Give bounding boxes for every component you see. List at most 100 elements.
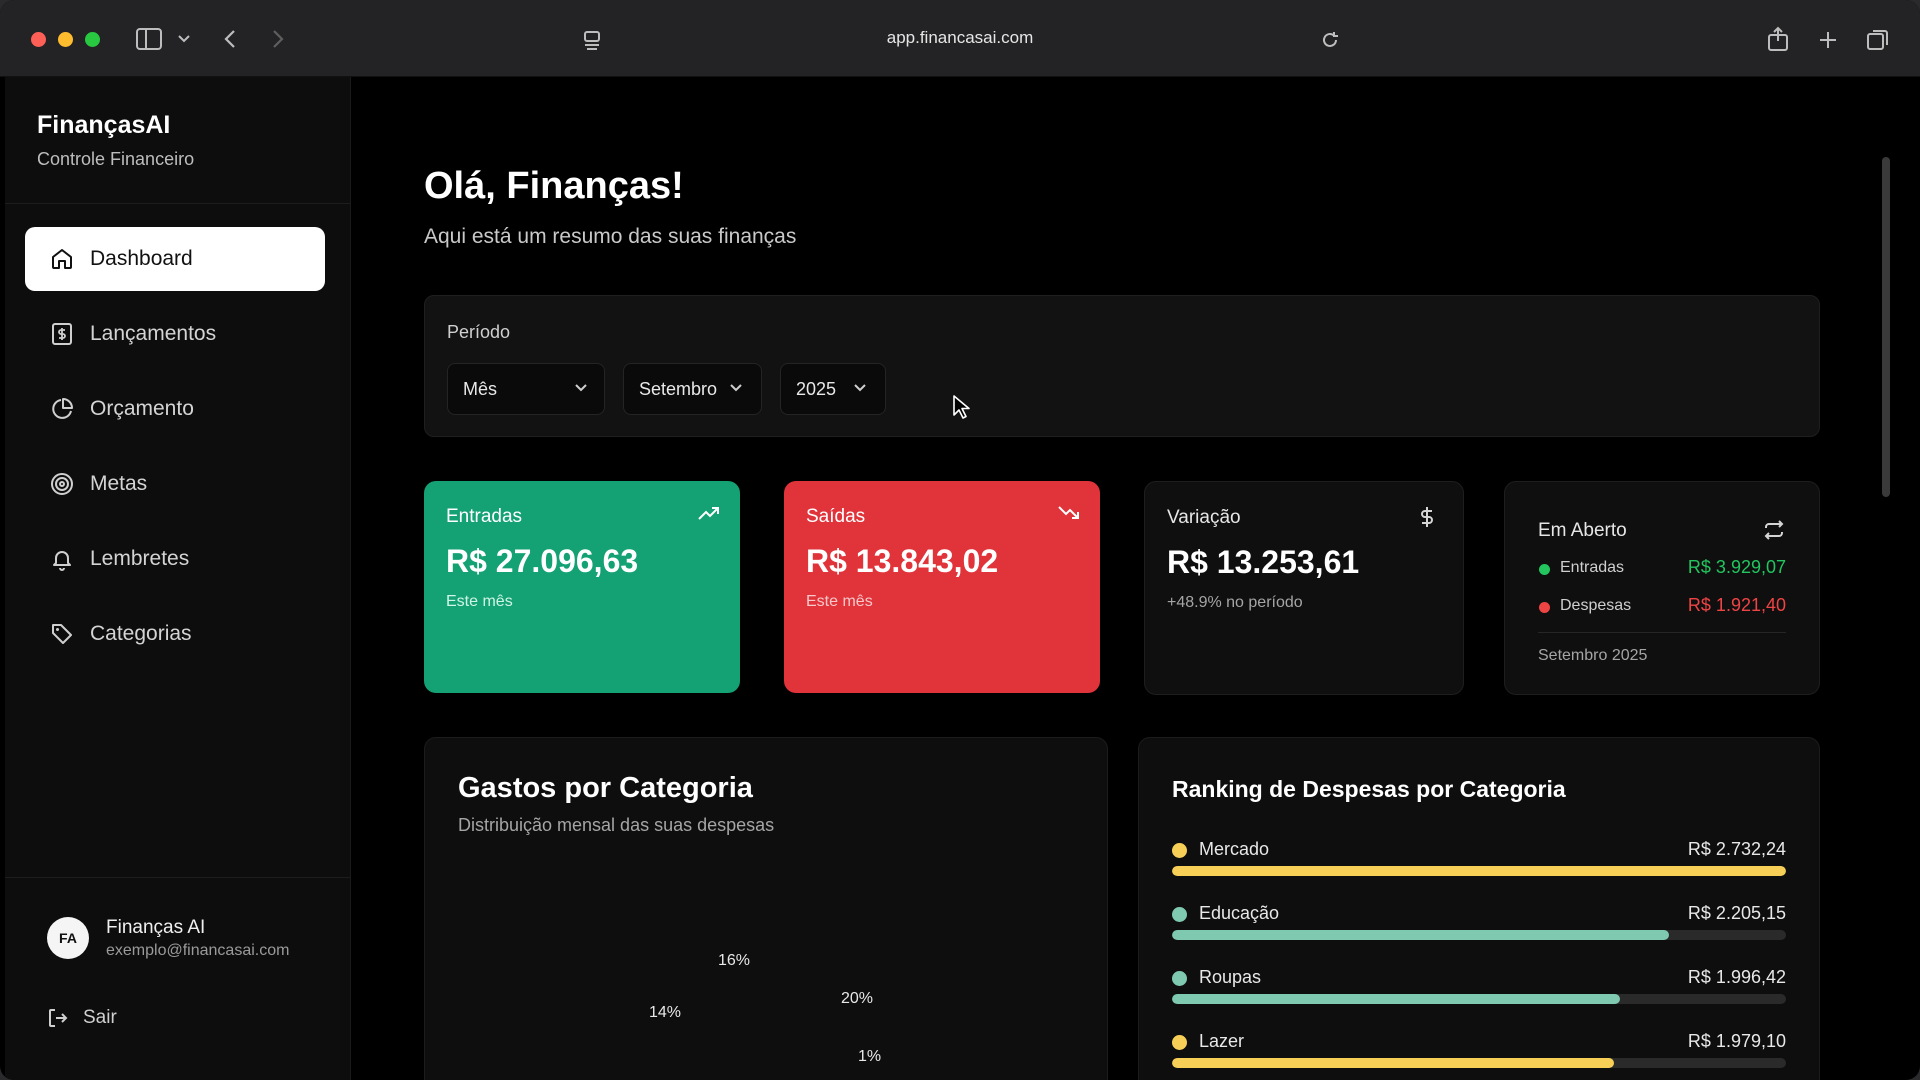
- sidebar-item-label: Dashboard: [90, 247, 193, 270]
- slice-label: 20%: [841, 990, 874, 1007]
- page-title: Olá, Finanças!: [424, 165, 684, 207]
- sidebar: FinançasAI Controle Financeiro Dashboard…: [5, 77, 351, 1080]
- slice-label: 14%: [649, 1004, 682, 1021]
- ranking-row: Educação R$ 2.205,15: [1172, 902, 1786, 966]
- category-chart-title: Gastos por Categoria: [458, 772, 753, 804]
- income-dot-icon: [1539, 564, 1550, 575]
- pie-icon: [52, 398, 73, 419]
- category-chart-subtitle: Distribuição mensal das suas despesas: [458, 815, 775, 835]
- ranking-bar-track: [1172, 866, 1786, 876]
- sidebar-item-lembretes[interactable]: Lembretes: [25, 527, 325, 591]
- reload-icon[interactable]: [1320, 30, 1340, 50]
- dollar-sign-icon: [1421, 507, 1433, 527]
- minimize-window-button[interactable]: [58, 32, 73, 47]
- sidebar-divider: [5, 203, 350, 204]
- avatar[interactable]: FA: [47, 917, 89, 959]
- ranking-title: Ranking de Despesas por Categoria: [1172, 776, 1566, 802]
- ranking-panel: Ranking de Despesas por Categoria Mercad…: [1138, 737, 1820, 1080]
- sidebar-toggle-icon[interactable]: [136, 28, 162, 50]
- slice-label: 16%: [718, 952, 751, 969]
- tag-icon: [52, 624, 72, 644]
- open-expense-value: R$ 1.921,40: [1687, 595, 1786, 615]
- period-mode-select[interactable]: Mês: [447, 363, 605, 415]
- category-dot-icon: [1172, 1035, 1187, 1050]
- ranking-bar-fill: [1172, 930, 1670, 940]
- category-dot-icon: [1172, 971, 1187, 986]
- ranking-category-value: R$ 1.979,10: [1687, 1031, 1786, 1051]
- ranking-category-name: Roupas: [1199, 967, 1262, 987]
- ranking-category-name: Lazer: [1199, 1031, 1245, 1051]
- brand-name: FinançasAI: [37, 111, 171, 139]
- income-label: Entradas: [446, 506, 523, 527]
- target-icon: [51, 473, 73, 495]
- browser-window: app.financasai.com FinançasAI Controle F…: [0, 0, 1920, 1080]
- home-icon: [52, 249, 72, 269]
- variation-note: +48.9% no período: [1167, 594, 1303, 611]
- sidebar-item-lancamentos[interactable]: Lançamentos: [25, 302, 325, 366]
- tab-overview-icon[interactable]: [1866, 28, 1890, 52]
- expense-dot-icon: [1539, 602, 1550, 613]
- back-icon[interactable]: [224, 29, 236, 49]
- open-label: Em Aberto: [1538, 520, 1627, 541]
- chevron-down-icon[interactable]: [178, 35, 190, 43]
- expense-note: Este mês: [806, 593, 873, 610]
- address-bar[interactable]: app.financasai.com: [820, 28, 1100, 48]
- variation-card: Variação R$ 13.253,61 +48.9% no período: [1144, 481, 1464, 695]
- logout-icon: [49, 1009, 68, 1027]
- month-select[interactable]: Setembro: [623, 363, 762, 415]
- bell-icon: [53, 551, 71, 571]
- category-dot-icon: [1172, 843, 1187, 858]
- browser-toolbar: app.financasai.com: [0, 0, 1920, 77]
- open-period: Setembro 2025: [1538, 647, 1648, 664]
- sidebar-item-label: Lembretes: [90, 547, 190, 570]
- slice-label: 1%: [858, 1048, 882, 1065]
- income-note: Este mês: [446, 593, 513, 610]
- ranking-bar-fill: [1172, 994, 1621, 1004]
- scrollbar[interactable]: [1882, 157, 1890, 497]
- select-value: Mês: [463, 378, 498, 399]
- sidebar-item-label: Metas: [90, 472, 148, 495]
- logout-button[interactable]: Sair: [47, 1007, 117, 1029]
- ranking-bar-track: [1172, 994, 1786, 1004]
- page-subtitle: Aqui está um resumo das suas finanças: [424, 225, 797, 248]
- period-label: Período: [447, 322, 511, 342]
- new-tab-icon[interactable]: [1818, 30, 1838, 50]
- category-chart-panel: Gastos por Categoria Distribuição mensal…: [424, 737, 1108, 1080]
- close-window-button[interactable]: [31, 32, 46, 47]
- divider: [1538, 632, 1786, 633]
- sidebar-item-categorias[interactable]: Categorias: [25, 602, 325, 666]
- sidebar-item-metas[interactable]: Metas: [25, 452, 325, 516]
- forward-icon[interactable]: [272, 29, 284, 49]
- open-balance-card: Em Aberto Entradas R$ 3.929,07 Despesas …: [1504, 481, 1820, 695]
- category-dot-icon: [1172, 907, 1187, 922]
- chevron-down-icon: [575, 384, 587, 392]
- ranking-category-value: R$ 2.205,15: [1687, 903, 1786, 923]
- reader-mode-icon[interactable]: [583, 30, 601, 50]
- income-card: Entradas R$ 27.096,63 Este mês: [424, 481, 740, 693]
- share-icon[interactable]: [1767, 26, 1789, 52]
- ranking-row: Mercado R$ 2.732,24: [1172, 838, 1786, 902]
- ranking-category-value: R$ 1.996,42: [1687, 967, 1786, 987]
- open-income-label: Entradas: [1560, 559, 1625, 576]
- refresh-swap-icon[interactable]: [1763, 520, 1785, 540]
- trending-down-icon: [1058, 506, 1079, 519]
- ranking-bar-track: [1172, 1058, 1786, 1068]
- ranking-bar-fill: [1172, 866, 1786, 876]
- expense-value: R$ 13.843,02: [806, 543, 999, 579]
- maximize-window-button[interactable]: [85, 32, 100, 47]
- sidebar-item-label: Categorias: [90, 622, 192, 645]
- chevron-down-icon: [854, 384, 866, 392]
- mouse-cursor-icon: [953, 395, 970, 419]
- variation-label: Variação: [1167, 507, 1241, 528]
- select-value: Setembro: [639, 378, 718, 399]
- year-select[interactable]: 2025: [780, 363, 886, 415]
- brand-subtitle: Controle Financeiro: [37, 149, 195, 169]
- sidebar-item-dashboard[interactable]: Dashboard: [25, 227, 325, 291]
- trending-up-icon: [698, 507, 719, 520]
- user-name: Finanças AI: [106, 917, 206, 938]
- ranking-row: Roupas R$ 1.996,42: [1172, 966, 1786, 1030]
- user-email: exemplo@financasai.com: [106, 942, 290, 959]
- sidebar-item-orcamento[interactable]: Orçamento: [25, 377, 325, 441]
- open-expense-label: Despesas: [1560, 597, 1632, 614]
- open-income-value: R$ 3.929,07: [1687, 557, 1786, 577]
